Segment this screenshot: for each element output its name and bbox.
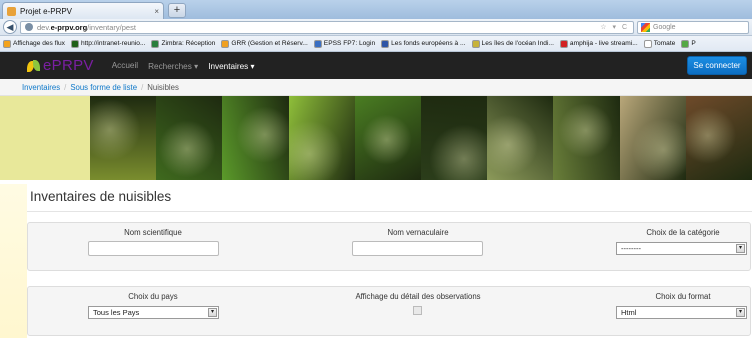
- nav-recherches[interactable]: Recherches ▾: [148, 61, 198, 71]
- banner-photo: [156, 96, 223, 180]
- favicon-icon: [7, 6, 16, 16]
- chevron-down-icon[interactable]: ▾: [736, 244, 745, 253]
- page-side-background: [0, 184, 27, 338]
- search-placeholder: Google: [653, 23, 676, 31]
- breadcrumb-liste[interactable]: Sous forme de liste: [70, 83, 137, 92]
- login-button[interactable]: Se connecter: [687, 56, 747, 75]
- leaf-logo-icon: [27, 59, 41, 72]
- bookmark-label: Les fonds européens à ...: [391, 40, 466, 47]
- breadcrumb-current: Nuisibles: [147, 82, 179, 92]
- browser-tab-bar: Projet e-PRPV × +: [0, 0, 752, 19]
- pays-select[interactable]: Tous les Pays ▾: [88, 306, 219, 319]
- bookmark-label: http://intranet-reunio...: [80, 40, 146, 47]
- banner-photo: [90, 96, 157, 180]
- new-tab-button[interactable]: +: [168, 3, 186, 18]
- breadcrumb: Inventaires / Sous forme de liste / Nuis…: [0, 79, 752, 96]
- detail-observations-label: Affichage du détail des observations: [355, 292, 481, 301]
- nom-scientifique-input[interactable]: [88, 241, 219, 256]
- bookmark-label: Zimbra: Réception: [161, 40, 216, 47]
- banner-photo: [222, 96, 289, 180]
- bookmark-label: Affichage des flux: [13, 40, 65, 47]
- bookmark-label: Tomate: [653, 40, 676, 47]
- categorie-select-value: --------: [621, 244, 641, 253]
- browser-tab[interactable]: Projet e-PRPV ×: [2, 2, 164, 19]
- bookmark-icon: [559, 39, 568, 48]
- nom-vernaculaire-input[interactable]: [352, 241, 483, 256]
- categorie-select[interactable]: -------- ▾: [616, 242, 747, 255]
- breadcrumb-separator: /: [141, 82, 144, 92]
- chevron-down-icon[interactable]: ▾: [736, 308, 745, 317]
- bookmark-label: EPSS FP7: Login: [323, 40, 376, 47]
- bookmark-icon: [151, 39, 160, 48]
- banner-photo: [553, 96, 620, 180]
- pays-label: Choix du pays: [128, 292, 178, 301]
- nom-vernaculaire-label: Nom vernaculaire: [387, 228, 449, 237]
- bookmark-item[interactable]: Tomate: [643, 39, 676, 48]
- site-identity-icon[interactable]: [25, 23, 33, 31]
- site-logo[interactable]: ePRPV: [27, 57, 94, 74]
- nav-accueil[interactable]: Accueil: [112, 61, 138, 70]
- bookmark-item[interactable]: Zimbra: Réception: [151, 39, 216, 48]
- bookmark-icon: [221, 39, 230, 48]
- logo-text: ePRPV: [43, 57, 94, 74]
- title-divider: [27, 211, 752, 212]
- page-title: Inventaires de nuisibles: [30, 189, 172, 204]
- banner-photo: [487, 96, 554, 180]
- nom-scientifique-label: Nom scientifique: [124, 228, 182, 237]
- bookmark-label: GRR (Gestion et Réserv...: [231, 40, 308, 47]
- format-select-value: Html: [621, 308, 637, 317]
- url-action-icons[interactable]: ☆ ▾ C: [600, 23, 629, 31]
- banner-photo: [288, 96, 355, 180]
- address-bar[interactable]: dev.e-prpv.org/inventary/pest ☆ ▾ C: [20, 20, 634, 34]
- bookmark-item[interactable]: Les îles de l'océan Indi...: [471, 39, 554, 48]
- back-button[interactable]: ◀: [3, 20, 17, 34]
- bookmark-label: P: [691, 40, 696, 47]
- banner-photo: [685, 96, 752, 180]
- url-prefix: dev.: [37, 22, 51, 32]
- bookmark-icon: [3, 39, 11, 48]
- google-icon: [641, 22, 650, 32]
- bookmark-item[interactable]: EPSS FP7: Login: [313, 39, 376, 48]
- banner-photo: [354, 96, 422, 180]
- chevron-down-icon[interactable]: ▾: [208, 308, 217, 317]
- tab-close-icon[interactable]: ×: [154, 7, 159, 16]
- pest-photo-banner: [0, 96, 752, 180]
- bookmark-item[interactable]: GRR (Gestion et Réserv...: [221, 39, 308, 48]
- bookmark-label: amphija - live streami...: [569, 40, 638, 47]
- bookmark-item[interactable]: amphija - live streami...: [559, 39, 638, 48]
- bookmark-item[interactable]: P: [681, 39, 696, 48]
- format-label: Choix du format: [655, 292, 711, 301]
- bookmark-item[interactable]: http://intranet-reunio...: [70, 39, 146, 48]
- bookmark-icon: [70, 39, 79, 48]
- tab-title: Projet e-PRPV: [20, 6, 73, 16]
- bookmark-item[interactable]: Affichage des flux: [3, 39, 65, 48]
- categorie-label: Choix de la catégorie: [646, 228, 720, 237]
- bookmark-label: Les îles de l'océan Indi...: [481, 40, 554, 47]
- bookmark-icon: [471, 39, 480, 48]
- url-host: e-prpv.org: [50, 22, 88, 32]
- bookmark-icon: [681, 39, 690, 48]
- bookmark-icon: [381, 39, 390, 48]
- site-navbar: ePRPV Accueil Recherches ▾ Inventaires ▾…: [0, 52, 752, 79]
- banner-photo: [619, 96, 686, 180]
- bookmark-icon: [643, 39, 652, 48]
- breadcrumb-separator: /: [64, 82, 67, 92]
- breadcrumb-inventaires[interactable]: Inventaires: [22, 83, 60, 92]
- browser-nav-bar: ◀ dev.e-prpv.org/inventary/pest ☆ ▾ C Go…: [0, 19, 752, 36]
- banner-photo-strip: [90, 96, 752, 180]
- pays-select-value: Tous les Pays: [93, 308, 140, 317]
- browser-search-box[interactable]: Google: [637, 20, 749, 34]
- bookmark-icon: [313, 39, 322, 48]
- detail-observations-checkbox[interactable]: [413, 306, 422, 315]
- bookmark-item[interactable]: Les fonds européens à ...: [381, 39, 466, 48]
- url-path: /inventary/pest: [87, 22, 136, 32]
- nav-inventaires[interactable]: Inventaires ▾: [208, 61, 254, 71]
- banner-photo: [421, 96, 488, 180]
- format-select[interactable]: Html ▾: [616, 306, 747, 319]
- bookmarks-bar: Affichage des flux http://intranet-reunio…: [0, 36, 752, 52]
